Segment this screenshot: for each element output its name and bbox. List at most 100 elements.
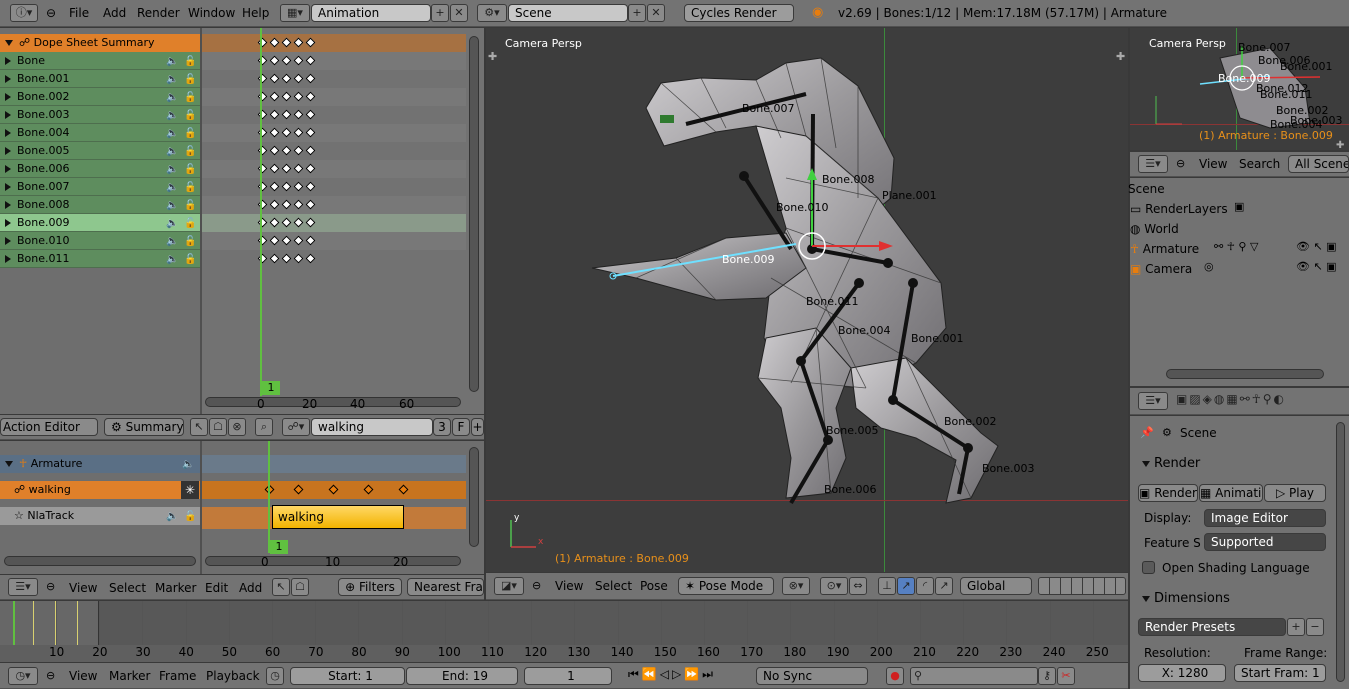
outliner-editor-type-icon[interactable]: ☰▾ <box>1138 155 1168 173</box>
delete-keyframe-icon[interactable]: ✂ <box>1057 667 1075 685</box>
outliner-display-select[interactable]: All Scenes <box>1288 155 1349 173</box>
playback-controls[interactable]: ⏮⏪◁▷⏩⏭ <box>628 667 748 685</box>
scene-icon[interactable]: ⚙▾ <box>477 4 507 22</box>
rotate-icon[interactable]: ↗ <box>897 577 915 595</box>
pin-icon[interactable]: 📌 <box>1140 426 1154 439</box>
summary-toggle[interactable]: ⚙ Summary <box>104 418 184 436</box>
nla-channels-scrollbar[interactable] <box>4 556 196 566</box>
menu-select[interactable]: Select <box>595 573 632 599</box>
pose-icon[interactable]: ⚯ ☥ ⚲ ▽ <box>1214 240 1258 253</box>
collapse-menu-icon[interactable]: ⊖ <box>1176 157 1185 170</box>
outliner-item-scene[interactable]: Scene <box>1128 182 1165 196</box>
bone-label[interactable]: Bone.003 <box>982 462 1035 475</box>
render-presets-select[interactable]: Render Presets <box>1138 618 1286 636</box>
visibility-icon[interactable]: 👁 ↖ ▣ <box>1296 240 1337 253</box>
timeline-playhead[interactable] <box>13 601 15 645</box>
expand-icon[interactable] <box>5 111 11 119</box>
action-name-field[interactable]: walking <box>311 418 433 436</box>
speaker-icon[interactable]: 🔈 <box>166 218 178 229</box>
nla-vscrollbar[interactable] <box>469 447 479 547</box>
menu-playback[interactable]: Playback <box>206 663 260 689</box>
expand-icon[interactable] <box>5 75 11 83</box>
menu-edit[interactable]: Edit <box>205 575 228 601</box>
nla-action-row[interactable]: ☍ walking <box>0 481 200 499</box>
dimensions-panel-header[interactable]: Dimensions <box>1142 591 1230 606</box>
expand-icon[interactable] <box>5 219 11 227</box>
properties-scrollbar[interactable] <box>1336 422 1345 682</box>
lock-icon[interactable]: 🔓 <box>184 110 196 121</box>
menu-marker[interactable]: Marker <box>109 663 150 689</box>
select-only-icon[interactable]: ↖ <box>190 418 208 436</box>
speaker-icon[interactable]: 🔈 <box>166 110 178 121</box>
expand-icon[interactable] <box>5 255 11 263</box>
menu-marker[interactable]: Marker <box>155 575 196 601</box>
show-hidden-icon[interactable]: ☖ <box>291 578 309 596</box>
transform-icon[interactable]: ↗ <box>935 577 953 595</box>
menu-select[interactable]: Select <box>109 575 146 601</box>
info-editor-icon[interactable]: ⓘ▾ <box>10 4 38 22</box>
speaker-icon[interactable]: 🔈 <box>166 74 178 85</box>
display-select[interactable]: Image Editor <box>1204 509 1326 527</box>
lock-icon[interactable]: 🔓 <box>184 200 196 211</box>
screen-layout-field[interactable]: Animation <box>311 4 431 22</box>
dopesheet-hscrollbar[interactable] <box>205 397 461 407</box>
menu-search[interactable]: Search <box>1239 151 1280 177</box>
collapse-menu-icon[interactable]: ⊖ <box>46 669 55 682</box>
speaker-icon[interactable]: 🔈 <box>182 459 194 470</box>
layer-icon[interactable]: ▣ <box>1234 200 1244 213</box>
keying-set-icon[interactable]: ⚲ <box>910 667 1038 685</box>
scene-field[interactable]: Scene <box>508 4 628 22</box>
render-panel-header[interactable]: Render <box>1142 456 1200 471</box>
dopesheet-vscrollbar[interactable] <box>469 36 479 392</box>
screen-layout-icon[interactable]: ▦▾ <box>280 4 310 22</box>
push-down-icon[interactable]: ✳ <box>181 481 199 499</box>
bone-label[interactable]: Bone.002 <box>944 415 997 428</box>
end-frame-input[interactable]: End: 19 <box>406 667 518 685</box>
feature-set-select[interactable]: Supported <box>1204 533 1326 551</box>
outliner-item-armature[interactable]: ☥ Armature <box>1130 242 1199 256</box>
preview-range-icon[interactable]: ◷ <box>266 667 284 685</box>
lock-icon[interactable]: 🔓 <box>184 92 196 103</box>
record-icon[interactable]: ● <box>886 667 904 685</box>
properties-editor-type-icon[interactable]: ☰▾ <box>1138 392 1168 410</box>
menu-view[interactable]: View <box>1199 151 1227 177</box>
menu-window[interactable]: Window <box>188 0 235 26</box>
menu-help[interactable]: Help <box>242 0 269 26</box>
nla-editor-type-icon[interactable]: ☰▾ <box>8 578 38 596</box>
lock-icon[interactable]: 🔓 <box>184 254 196 265</box>
speaker-icon[interactable]: 🔈 <box>166 511 178 522</box>
lock-icon[interactable]: 🔓 <box>184 128 196 139</box>
translate-icon[interactable]: ⊥ <box>878 577 896 595</box>
expand-icon[interactable] <box>5 165 11 173</box>
lock-icon[interactable]: 🔓 <box>184 182 196 193</box>
bone-label[interactable]: Bone.004 <box>838 324 891 337</box>
outliner-item-world[interactable]: ◍ World <box>1130 222 1179 236</box>
resolution-x-field[interactable]: X: 1280 <box>1138 664 1226 682</box>
action-browse-icon[interactable]: ☍▾ <box>282 418 310 436</box>
region-toggle-icon[interactable]: ✚ <box>1336 140 1344 151</box>
bone-label[interactable]: Bone.005 <box>826 424 879 437</box>
bone-label[interactable]: Bone.007 <box>742 102 795 115</box>
select-only-icon[interactable]: ↖ <box>272 578 290 596</box>
bone-label[interactable]: Bone.010 <box>776 201 829 214</box>
viewport-editor-type-icon[interactable]: ◪▾ <box>494 577 524 595</box>
nla-armature-row[interactable]: ☥ Armature <box>0 455 200 473</box>
show-hidden-icon[interactable]: ☖ <box>209 418 227 436</box>
layers-widget[interactable] <box>1038 577 1126 595</box>
menu-pose[interactable]: Pose <box>640 573 668 599</box>
menu-add[interactable]: Add <box>103 0 126 26</box>
speaker-icon[interactable]: 🔈 <box>166 236 178 247</box>
menu-view[interactable]: View <box>555 573 583 599</box>
add-preset-icon[interactable]: + <box>1287 618 1305 636</box>
lock-icon[interactable]: 🔓 <box>184 146 196 157</box>
scale-icon[interactable]: ◜ <box>916 577 934 595</box>
render-button[interactable]: ▣ Render <box>1138 484 1198 502</box>
dopesheet-playhead[interactable] <box>260 28 262 396</box>
bone-label[interactable]: Bone.009 <box>722 253 775 266</box>
timeline-editor-type-icon[interactable]: ◷▾ <box>8 667 38 685</box>
speaker-icon[interactable]: 🔈 <box>166 200 178 211</box>
menu-render[interactable]: Render <box>137 0 180 26</box>
expand-icon[interactable] <box>5 57 11 65</box>
lock-icon[interactable]: 🔓 <box>184 164 196 175</box>
bone-label[interactable]: Bone.001 <box>911 332 964 345</box>
